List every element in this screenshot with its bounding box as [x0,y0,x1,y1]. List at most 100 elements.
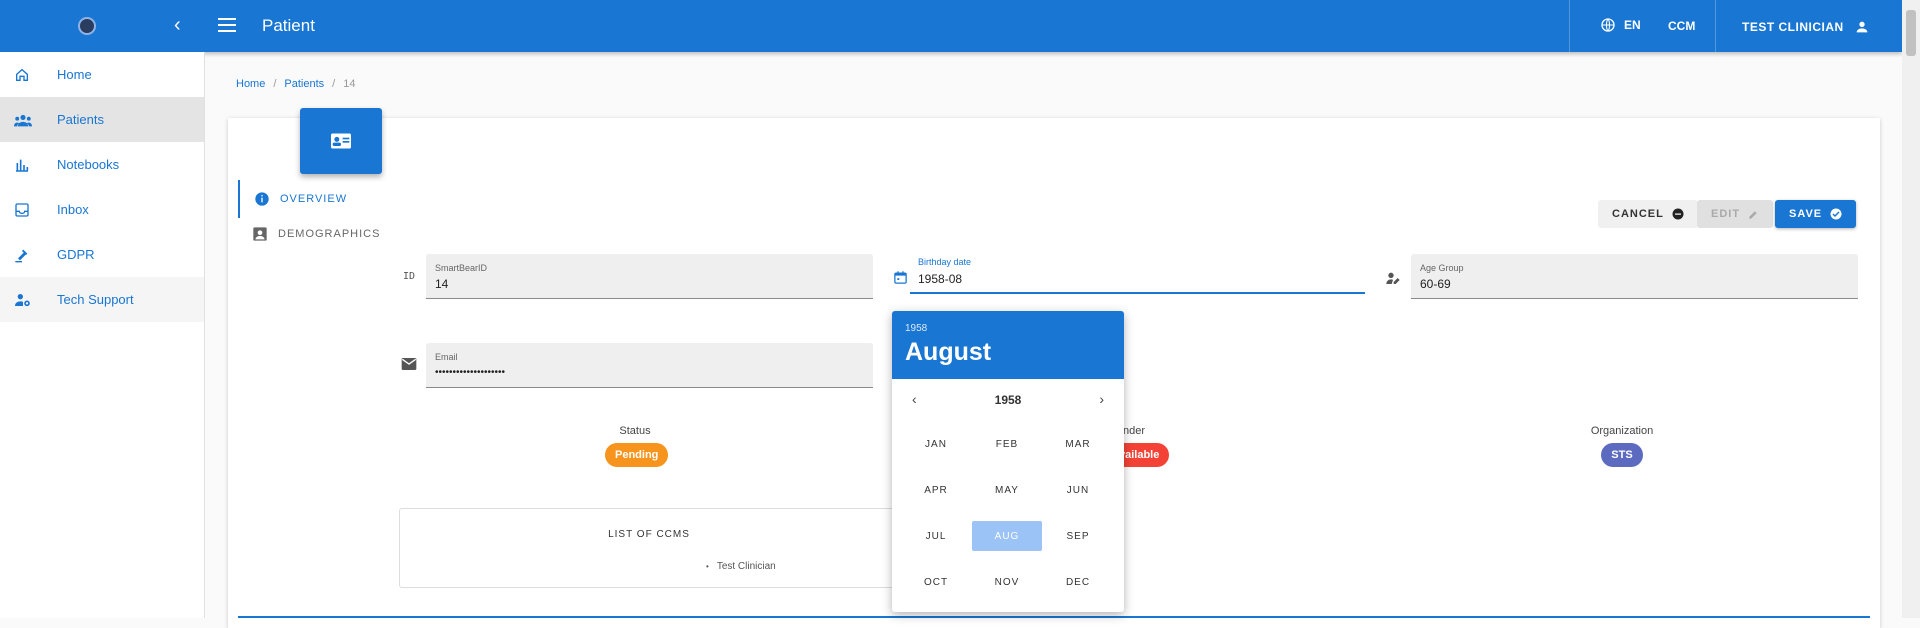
people-icon [0,113,57,127]
breadcrumb-home[interactable]: Home [236,78,265,90]
sidebar-item-label: Notebooks [57,157,120,172]
gavel-icon [0,247,57,263]
app-logo [78,17,96,35]
month-aug[interactable]: AUG [972,521,1042,551]
sidebar-item-tech-support[interactable]: Tech Support [0,277,204,322]
sidebar-item-inbox[interactable]: Inbox [0,187,204,232]
month-may[interactable]: MAY [972,475,1042,505]
gender-label: nder [1123,425,1146,437]
chevron-right-icon[interactable]: › [1099,391,1104,407]
birthday-date-label: Birthday date [918,257,972,267]
user-name: TEST CLINICIAN [1742,20,1844,34]
language-label: EN [1624,18,1641,32]
age-group-field[interactable]: Age Group 60-69 [1411,254,1858,299]
sidebar-item-patients[interactable]: Patients [0,97,204,142]
picker-month: August [905,338,992,366]
breadcrumb-current: 14 [343,78,356,90]
month-jan[interactable]: JAN [901,429,971,459]
sidebar-item-notebooks[interactable]: Notebooks [0,142,204,187]
month-jul[interactable]: JUL [901,521,971,551]
contact-card-icon [300,108,382,174]
bar-chart-icon [0,157,57,173]
month-dec[interactable]: DEC [1043,567,1113,597]
menu-icon[interactable] [216,14,238,36]
sidebar-item-home[interactable]: Home [0,52,204,97]
ccms-header: LIST OF CCMS [608,529,690,540]
divider [1715,0,1716,52]
status-label: Status [619,425,651,437]
divider [1569,0,1570,52]
email-field[interactable]: Email •••••••••••••••••••• [426,343,873,388]
organization-group: Organization STS [1582,425,1662,467]
save-button[interactable]: SAVE [1775,200,1857,228]
tab-demographics-label: DEMOGRAPHICS [278,228,381,240]
month-nov[interactable]: NOV [972,567,1042,597]
status-badge: Pending [605,443,669,467]
ccm-button[interactable]: CCM [1668,19,1695,33]
page-scrollbar[interactable] [1902,0,1920,618]
sidebar-item-label: Inbox [57,202,89,217]
sidebar-item-label: Patients [57,112,104,127]
inbox-icon [0,202,57,218]
organization-badge: STS [1601,443,1643,467]
picker-nav: ‹ 1958 › [892,379,1124,421]
month-grid: JAN FEB MAR APR MAY JUN JUL AUG SEP OCT … [892,421,1124,605]
organization-label: Organization [1590,425,1654,437]
cancel-button[interactable]: CANCEL [1598,200,1698,228]
picker-nav-year: 1958 [994,393,1022,407]
app-bar: ‹ Patient EN CCM TEST CLINICIAN [0,0,1902,52]
remove-circle-icon [1672,208,1684,220]
edit-button[interactable]: EDIT [1697,200,1774,228]
sidebar-item-gdpr[interactable]: GDPR [0,232,204,277]
collapse-sidebar-icon[interactable]: ‹ [174,14,181,37]
check-circle-icon [1830,208,1842,220]
month-mar[interactable]: MAR [1043,429,1113,459]
ccms-list-panel: LIST OF CCMS Test Clinician [399,508,899,588]
cancel-label: CANCEL [1612,208,1664,220]
person-icon [1856,21,1868,33]
age-group-label: Age Group [1420,263,1464,273]
month-apr[interactable]: APR [901,475,971,505]
tab-demographics[interactable]: DEMOGRAPHICS [238,226,380,242]
breadcrumb: Home / Patients/14 [236,78,356,90]
smartbear-id-value: 14 [435,277,449,291]
smartbear-id-label: SmartBearID [435,263,488,273]
month-feb[interactable]: FEB [972,429,1042,459]
info-icon [255,192,269,206]
smartbear-id-field[interactable]: SmartBearID 14 [426,254,873,299]
age-group-value: 60-69 [1420,277,1451,291]
page-title: Patient [262,16,315,35]
id-prefix: ID [403,271,416,282]
sidebar-item-label: GDPR [57,247,95,262]
home-icon [0,67,57,83]
month-oct[interactable]: OCT [901,567,971,597]
sidebar-item-label: Home [57,67,92,82]
sidebar: Home Patients Notebooks Inbox GDPR Tech … [0,52,205,618]
save-label: SAVE [1789,208,1823,220]
email-value: •••••••••••••••••••• [435,367,506,378]
month-picker-popup: 1958 August ‹ 1958 › JAN FEB MAR APR MAY… [892,311,1124,612]
tab-overview[interactable]: OVERVIEW [238,180,347,218]
status-group: Status Pending [605,425,669,467]
month-sep[interactable]: SEP [1043,521,1113,551]
breadcrumb-patients[interactable]: Patients [284,78,324,90]
logo-zone: ‹ [0,0,205,52]
support-icon [0,292,57,308]
sidebar-item-label: Tech Support [57,292,134,307]
email-icon [401,357,417,374]
edit-label: EDIT [1711,208,1741,220]
account-box-icon [253,227,267,241]
email-label: Email [435,352,458,362]
calendar-icon [893,270,908,288]
globe-icon [1601,18,1615,32]
month-jun[interactable]: JUN [1043,475,1113,505]
person-edit-icon [1385,270,1401,289]
birthday-date-field[interactable]: Birthday date 1958-08 [910,250,1365,294]
list-item: Test Clinician [706,561,776,572]
pencil-icon [1749,210,1757,219]
picker-header: 1958 August [892,311,1124,379]
user-menu[interactable]: TEST CLINICIAN [1742,19,1870,35]
picker-year[interactable]: 1958 [905,323,1111,334]
scrollbar-thumb[interactable] [1906,10,1916,56]
language-selector[interactable]: EN [1600,17,1641,33]
